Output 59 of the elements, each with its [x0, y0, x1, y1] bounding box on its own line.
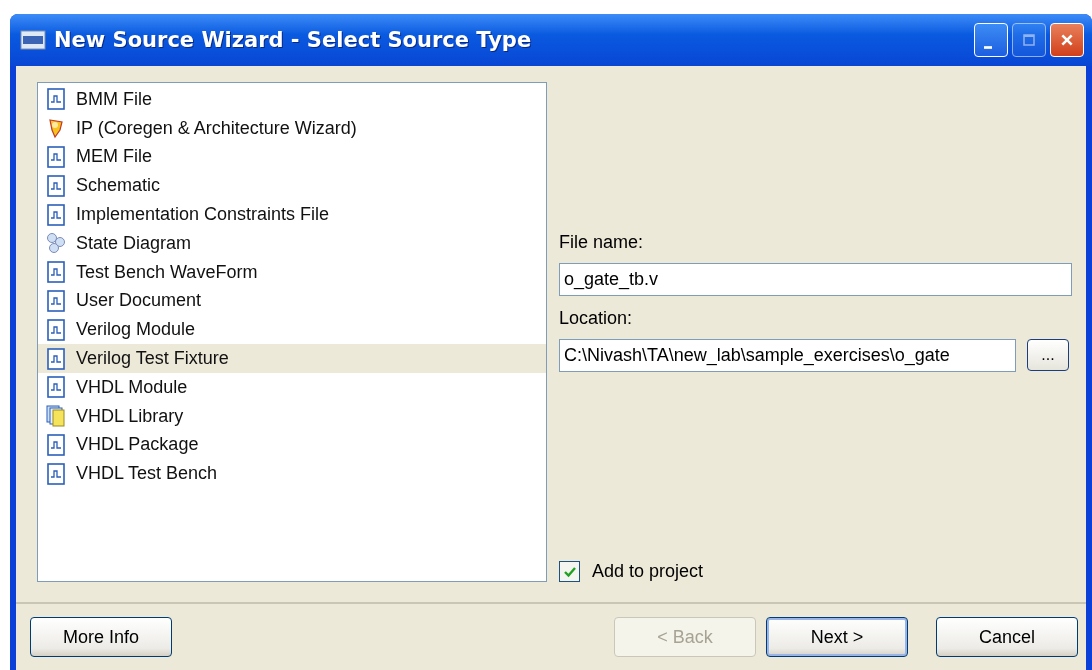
item-label: BMM File — [76, 88, 152, 110]
file-icon — [46, 376, 66, 399]
source-type-item[interactable]: User Document — [38, 286, 546, 316]
maximize-icon — [1023, 34, 1035, 46]
file-icon — [46, 88, 66, 111]
next-button[interactable]: Next > — [766, 617, 908, 657]
source-type-item[interactable]: VHDL Package — [38, 430, 546, 460]
file-icon — [46, 174, 66, 197]
source-type-item[interactable]: BMM File — [38, 85, 546, 114]
item-label: Verilog Test Fixture — [76, 348, 229, 370]
file-icon — [46, 347, 66, 370]
item-label: Test Bench WaveForm — [76, 261, 258, 283]
source-type-item[interactable]: Implementation Constraints File — [38, 200, 546, 229]
bulb-icon — [46, 117, 66, 140]
window-title: New Source Wizard - Select Source Type — [54, 28, 533, 52]
file-name-field[interactable]: o_gate_tb.v — [559, 263, 1072, 296]
item-label: VHDL Module — [76, 376, 188, 398]
file-icon — [46, 462, 66, 485]
close-icon — [1060, 33, 1074, 47]
file-icon — [46, 289, 66, 312]
source-type-item[interactable]: Verilog Test Fixture — [38, 344, 546, 373]
source-type-item[interactable]: Schematic — [38, 171, 546, 201]
source-type-item[interactable]: VHDL Module — [38, 372, 546, 402]
item-label: User Document — [76, 290, 202, 312]
file-icon — [46, 203, 66, 226]
file-icon — [46, 261, 66, 284]
file-icon — [46, 146, 66, 168]
add-to-project-label: Add to project — [592, 561, 704, 582]
location-label: Location: — [559, 308, 634, 329]
item-label: Verilog Module — [76, 319, 196, 341]
source-type-item[interactable]: MEM File — [38, 142, 546, 172]
item-label: Schematic — [76, 175, 161, 197]
file-icon — [46, 433, 66, 456]
bubbles-icon — [46, 232, 66, 255]
source-type-item[interactable]: VHDL Library — [38, 401, 546, 431]
location-field[interactable]: C:\Nivash\TA\new_lab\sample_exercises\o_gate — [559, 339, 1016, 372]
minimize-icon — [984, 45, 992, 49]
minimize-button[interactable] — [974, 23, 1008, 57]
more-info-button[interactable]: More Info — [30, 617, 172, 657]
item-label: VHDL Test Bench — [76, 463, 218, 485]
app-icon — [20, 29, 46, 51]
source-type-item[interactable]: VHDL Test Bench — [38, 459, 546, 489]
source-type-item[interactable]: Verilog Module — [38, 315, 546, 345]
item-label: IP (Coregen & Architecture Wizard) — [76, 117, 357, 139]
browse-button[interactable]: ... — [1027, 339, 1069, 371]
item-label: MEM File — [76, 146, 152, 168]
cancel-button[interactable]: Cancel — [936, 617, 1078, 657]
item-label: Implementation Constraints File — [76, 204, 330, 226]
file-icon — [46, 318, 66, 341]
item-label: VHDL Library — [76, 405, 184, 427]
item-label: State Diagram — [76, 232, 192, 254]
source-type-item[interactable]: IP (Coregen & Architecture Wizard) — [38, 113, 546, 143]
close-button[interactable] — [1050, 23, 1084, 57]
source-type-item[interactable]: State Diagram — [38, 229, 546, 258]
file-name-label: File name: — [559, 232, 645, 253]
item-label: VHDL Package — [76, 434, 199, 456]
add-to-project-checkbox[interactable] — [559, 561, 580, 582]
source-type-item[interactable]: Test Bench WaveForm — [38, 257, 546, 287]
files-stack-icon — [46, 405, 66, 428]
